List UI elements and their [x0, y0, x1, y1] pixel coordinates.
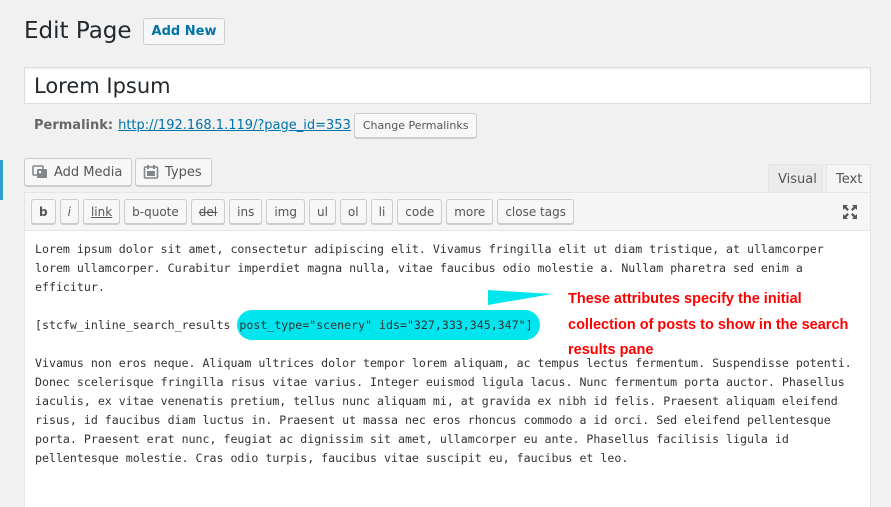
types-label: Types [165, 164, 202, 180]
quicktags-toolbar: b i link b-quote del ins img ul ol li co… [25, 193, 870, 231]
qt-li-button[interactable]: li [370, 199, 394, 224]
content-paragraph-2: Vivamus non eros neque. Aliquam ultrices… [35, 356, 852, 465]
fullscreen-icon[interactable] [842, 204, 858, 220]
permalink-row: Permalink: http://192.168.1.119/?page_id… [34, 113, 478, 138]
shortcode-start: [stcfw_inline_search_results [35, 318, 238, 332]
permalink-label: Permalink: [34, 118, 114, 133]
qt-ins-button[interactable]: ins [229, 199, 263, 224]
admin-menu-edge [0, 160, 3, 200]
qt-img-button[interactable]: img [266, 199, 305, 224]
tab-visual[interactable]: Visual [768, 164, 823, 193]
qt-ol-button[interactable]: ol [339, 199, 367, 224]
types-button[interactable]: Types [135, 158, 212, 186]
qt-close-tags-button[interactable]: close tags [497, 199, 574, 224]
permalink-url-link[interactable]: http://192.168.1.119/?page_id=353 [118, 118, 351, 133]
qt-code-button[interactable]: code [397, 199, 443, 224]
page-header: Edit Page Add New [24, 18, 226, 45]
types-icon [143, 164, 159, 180]
qt-del-button[interactable]: del [190, 199, 226, 224]
change-permalinks-button[interactable]: Change Permalinks [353, 113, 478, 138]
post-title-input[interactable]: Lorem Ipsum [24, 67, 871, 104]
qt-more-button[interactable]: more [446, 199, 494, 224]
qt-ul-button[interactable]: ul [308, 199, 336, 224]
shortcode-attrs-highlight: post_type="scenery" ids="327,333,345,347… [237, 310, 540, 340]
media-icon [32, 164, 48, 180]
tab-text[interactable]: Text [826, 164, 871, 193]
callout-pointer [488, 290, 552, 305]
qt-blockquote-button[interactable]: b-quote [124, 199, 187, 224]
annotation-text: These attributes specify the initial col… [568, 291, 849, 358]
qt-italic-button[interactable]: i [59, 199, 79, 224]
qt-bold-button[interactable]: b [31, 199, 56, 224]
add-new-button[interactable]: Add New [142, 18, 226, 45]
add-media-label: Add Media [54, 164, 123, 180]
qt-link-button[interactable]: link [82, 199, 121, 224]
page-title: Edit Page [24, 18, 132, 44]
add-media-button[interactable]: Add Media [24, 158, 133, 186]
